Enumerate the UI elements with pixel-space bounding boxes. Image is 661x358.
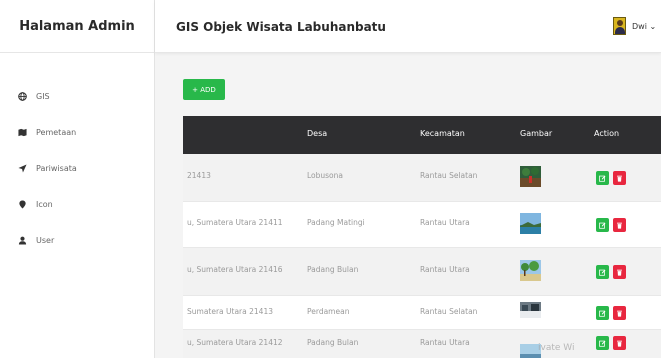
activation-watermark: ivate Wi <box>538 343 575 353</box>
add-button[interactable]: + ADD <box>183 79 225 100</box>
cell-kecamatan: Rantau Utara <box>420 218 470 227</box>
edit-icon <box>599 175 606 182</box>
user-name: Dwi <box>632 22 647 31</box>
cell-alamat: Sumatera Utara 21413 <box>187 307 273 316</box>
cell-kecamatan: Rantau Selatan <box>420 307 478 316</box>
sidebar-menu: GIS Pemetaan Pariwisata Icon User <box>0 78 154 258</box>
sidebar-item-gis[interactable]: GIS <box>0 78 154 114</box>
sidebar-item-label: Pemetaan <box>36 127 77 137</box>
trash-icon <box>617 222 622 229</box>
sidebar-item-label: Icon <box>36 199 53 209</box>
sidebar-item-pariwisata[interactable]: Pariwisata <box>0 150 154 186</box>
edit-button[interactable] <box>596 171 609 185</box>
page-title: GIS Objek Wisata Labuhanbatu <box>176 20 386 34</box>
delete-button[interactable] <box>613 265 626 279</box>
chevron-down-icon: ⌄ <box>649 22 657 31</box>
sidebar-item-label: User <box>36 235 55 245</box>
cell-desa: Lobusona <box>307 171 343 180</box>
column-header-desa[interactable]: Desa <box>307 129 327 138</box>
table-header: Desa Kecamatan Gambar Action <box>183 116 661 154</box>
thumbnail-image[interactable] <box>520 260 541 281</box>
header: GIS Objek Wisata Labuhanbatu Dwi ⌄ <box>155 0 661 53</box>
cell-kecamatan: Rantau Selatan <box>420 171 478 180</box>
column-header-kecamatan[interactable]: Kecamatan <box>420 129 465 138</box>
edit-button[interactable] <box>596 265 609 279</box>
delete-button[interactable] <box>613 171 626 185</box>
cell-alamat: u, Sumatera Utara 21412 <box>187 338 283 347</box>
trash-icon <box>617 340 622 347</box>
sidebar-item-icon[interactable]: Icon <box>0 186 154 222</box>
column-header-gambar[interactable]: Gambar <box>520 129 552 138</box>
table-row: u, Sumatera Utara 21412 Padang Bulan Ran… <box>183 330 661 358</box>
globe-icon <box>16 90 28 102</box>
cell-alamat: u, Sumatera Utara 21416 <box>187 265 283 274</box>
table-row: Sumatera Utara 21413 Perdamean Rantau Se… <box>183 296 661 330</box>
edit-icon <box>599 269 606 276</box>
map-marker-icon <box>16 198 28 210</box>
edit-button[interactable] <box>596 336 609 350</box>
sidebar-item-label: GIS <box>36 91 50 101</box>
thumbnail-image[interactable] <box>520 166 541 187</box>
cell-desa: Padang Bulan <box>307 265 359 274</box>
avatar[interactable] <box>613 17 626 35</box>
brand-title: Halaman Admin <box>0 0 154 53</box>
user-icon <box>16 234 28 246</box>
table-row: u, Sumatera Utara 21416 Padang Bulan Ran… <box>183 248 661 296</box>
data-table: Desa Kecamatan Gambar Action 21413 Lobus… <box>183 116 661 358</box>
edit-button[interactable] <box>596 218 609 232</box>
cell-desa: Padang Bulan <box>307 338 359 347</box>
thumbnail-image[interactable] <box>520 213 541 234</box>
delete-button[interactable] <box>613 336 626 350</box>
map-icon <box>16 126 28 138</box>
sidebar: Halaman Admin GIS Pemetaan Pariwisata Ic… <box>0 0 155 358</box>
table-row: 21413 Lobusona Rantau Selatan <box>183 154 661 202</box>
edit-icon <box>599 222 606 229</box>
trash-icon <box>617 269 622 276</box>
thumbnail-image[interactable] <box>520 302 541 318</box>
edit-button[interactable] <box>596 306 609 320</box>
cell-desa: Padang Matingi <box>307 218 365 227</box>
sidebar-item-pemetaan[interactable]: Pemetaan <box>0 114 154 150</box>
cell-alamat: 21413 <box>187 171 211 180</box>
cell-kecamatan: Rantau Utara <box>420 338 470 347</box>
column-header-action[interactable]: Action <box>594 129 619 138</box>
trash-icon <box>617 175 622 182</box>
cell-kecamatan: Rantau Utara <box>420 265 470 274</box>
edit-icon <box>599 340 606 347</box>
cell-alamat: u, Sumatera Utara 21411 <box>187 218 283 227</box>
user-menu[interactable]: Dwi ⌄ <box>632 22 656 31</box>
trash-icon <box>617 310 622 317</box>
table-row: u, Sumatera Utara 21411 Padang Matingi R… <box>183 202 661 248</box>
edit-icon <box>599 310 606 317</box>
location-arrow-icon <box>16 162 28 174</box>
sidebar-item-user[interactable]: User <box>0 222 154 258</box>
cell-desa: Perdamean <box>307 307 350 316</box>
sidebar-item-label: Pariwisata <box>36 163 77 173</box>
delete-button[interactable] <box>613 218 626 232</box>
delete-button[interactable] <box>613 306 626 320</box>
